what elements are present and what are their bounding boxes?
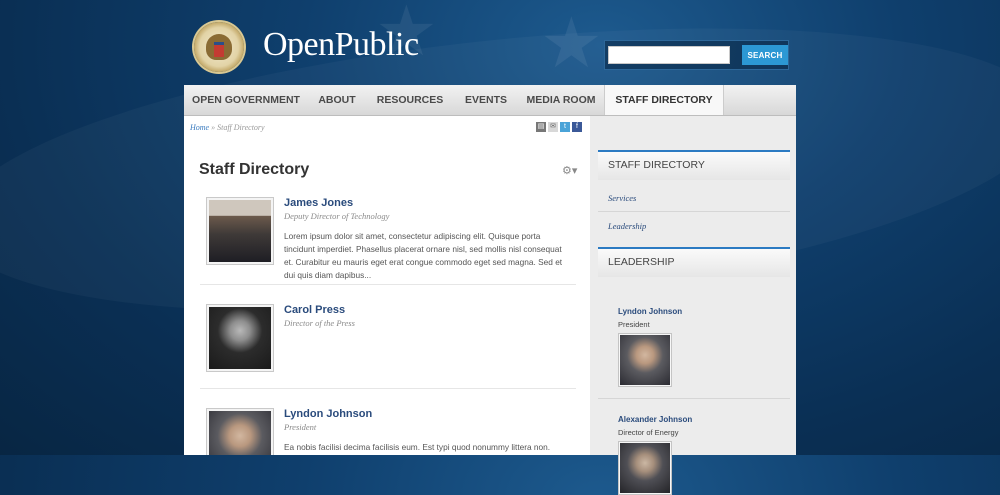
leader-name-link[interactable]: Lyndon Johnson: [618, 307, 682, 316]
staff-title: Deputy Director of Technology: [284, 211, 390, 221]
sidebar-heading-label: LEADERSHIP: [608, 256, 675, 268]
staff-photo[interactable]: [206, 408, 274, 455]
sidebar-link-leadership[interactable]: Leadership: [608, 221, 646, 231]
leader-role: Director of Energy: [618, 428, 679, 437]
leader-role: President: [618, 320, 650, 329]
leader-name-link[interactable]: Alexander Johnson: [618, 415, 692, 424]
staff-title: Director of the Press: [284, 318, 355, 328]
staff-bio: Ea nobis facilisi decima facilisis eum. …: [284, 442, 551, 452]
divider: [598, 211, 790, 212]
staff-name-link[interactable]: Carol Press: [284, 304, 345, 316]
breadcrumb-home-link[interactable]: Home: [190, 123, 209, 132]
nav-item-about[interactable]: ABOUT: [308, 85, 366, 115]
facebook-icon[interactable]: f: [572, 122, 582, 132]
divider: [598, 398, 790, 399]
staff-title: President: [284, 422, 317, 432]
eagle-icon: [206, 34, 232, 60]
site-seal-logo[interactable]: [194, 22, 244, 72]
twitter-icon[interactable]: t: [560, 122, 570, 132]
page-title: Staff Directory: [199, 161, 310, 178]
breadcrumb-current: Staff Directory: [217, 123, 265, 132]
site-title[interactable]: OpenPublic: [263, 26, 419, 64]
breadcrumb-separator: »: [211, 123, 216, 132]
search-button[interactable]: SEARCH: [742, 45, 788, 65]
staff-name-link[interactable]: James Jones: [284, 197, 353, 209]
staff-entry: Carol Press Director of the Press: [200, 304, 576, 374]
sidebar-heading-label: STAFF DIRECTORY: [608, 159, 705, 171]
breadcrumb: Home » Staff Directory: [190, 123, 265, 132]
leader-card: Lyndon Johnson President: [618, 307, 682, 387]
nav-item-events[interactable]: EVENTS: [454, 85, 518, 115]
search-form: SEARCH: [604, 40, 789, 70]
leader-photo[interactable]: [618, 333, 672, 387]
leader-card: Alexander Johnson Director of Energy: [618, 415, 692, 495]
staff-entry: Lyndon Johnson President Ea nobis facili…: [200, 408, 576, 455]
sidebar-heading-leadership: LEADERSHIP: [598, 247, 790, 277]
leader-photo[interactable]: [618, 441, 672, 495]
staff-photo[interactable]: [206, 304, 274, 372]
search-input[interactable]: [608, 46, 730, 64]
nav-item-media-room[interactable]: MEDIA ROOM: [518, 85, 604, 115]
main-nav: OPEN GOVERNMENT ABOUT RESOURCES EVENTS M…: [184, 85, 796, 116]
sidebar-heading-staff-directory: STAFF DIRECTORY: [598, 150, 790, 180]
share-tools: ▤ ✉ t f: [536, 122, 582, 132]
staff-bio: Lorem ipsum dolor sit amet, consectetur …: [284, 231, 563, 280]
sidebar: STAFF DIRECTORY Services Leadership LEAD…: [590, 116, 796, 495]
email-icon[interactable]: ✉: [548, 122, 558, 132]
nav-item-open-government[interactable]: OPEN GOVERNMENT: [184, 85, 308, 115]
nav-item-resources[interactable]: RESOURCES: [366, 85, 454, 115]
sidebar-link-services[interactable]: Services: [608, 193, 636, 203]
background-star-icon: ★: [540, 2, 603, 84]
staff-photo[interactable]: [206, 197, 274, 265]
main-content: Home » Staff Directory ▤ ✉ t f Staff Dir…: [184, 116, 590, 455]
nav-item-staff-directory[interactable]: STAFF DIRECTORY: [604, 85, 724, 115]
staff-entry: James Jones Deputy Director of Technolog…: [200, 197, 576, 287]
print-icon[interactable]: ▤: [536, 122, 546, 132]
divider: [200, 284, 576, 285]
staff-name-link[interactable]: Lyndon Johnson: [284, 408, 372, 420]
gear-icon[interactable]: ⚙▾: [562, 164, 577, 177]
divider: [200, 388, 576, 389]
